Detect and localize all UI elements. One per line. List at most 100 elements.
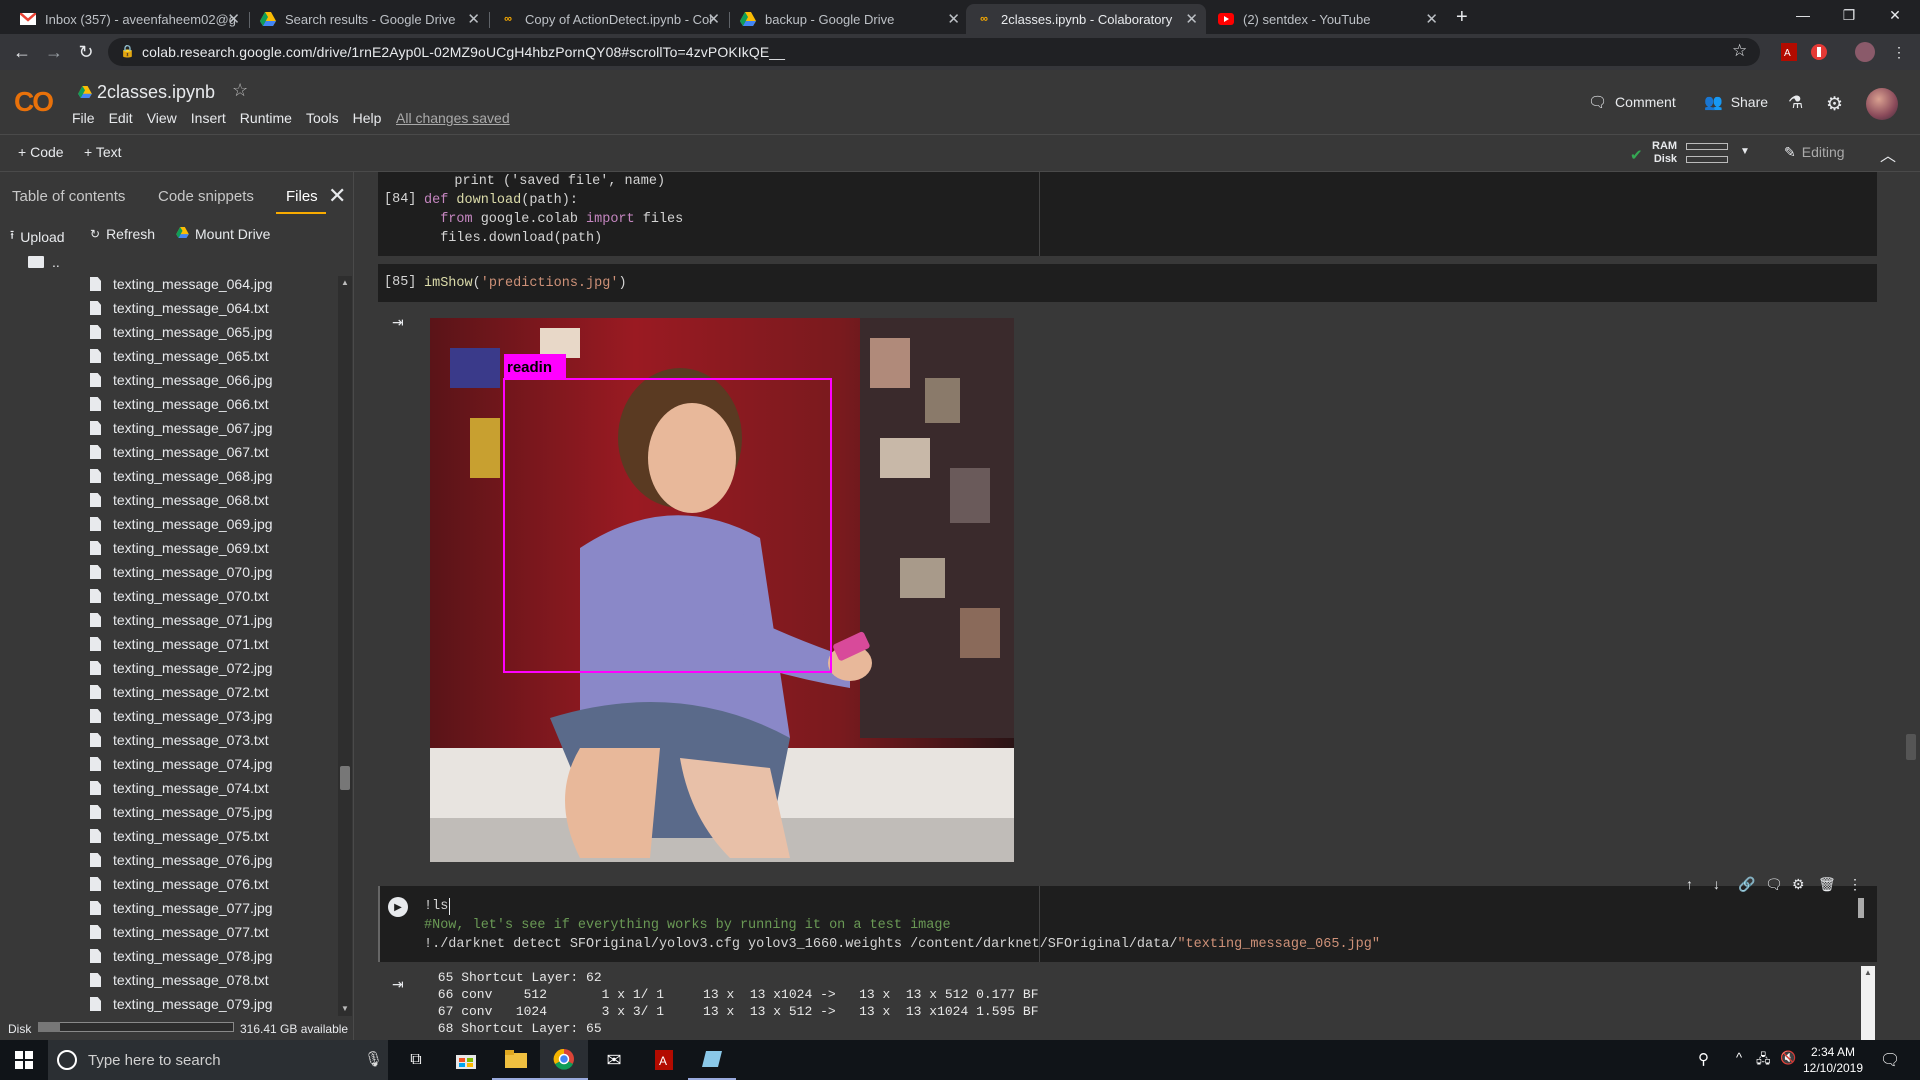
code-cell-active[interactable]: !ls #Now, let's see if everything works … <box>378 886 1877 962</box>
file-item[interactable]: texting_message_073.jpg <box>90 704 273 728</box>
volume-muted-icon[interactable]: 🔇 <box>1780 1050 1796 1066</box>
file-item[interactable]: texting_message_072.jpg <box>90 656 273 680</box>
menu-runtime[interactable]: Runtime <box>240 110 292 126</box>
scroll-up-icon[interactable]: ▲ <box>341 278 349 287</box>
file-item[interactable]: texting_message_071.txt <box>90 632 269 656</box>
browser-menu-icon[interactable]: ⋮ <box>1888 41 1910 63</box>
move-cell-up-icon[interactable]: ↑ <box>1686 876 1693 892</box>
menu-help[interactable]: Help <box>353 110 382 126</box>
file-item[interactable]: texting_message_064.txt <box>90 296 269 320</box>
upload-button[interactable]: ⭱ Upload <box>10 226 65 247</box>
windows-start-icon[interactable] <box>0 1040 48 1080</box>
close-window-icon[interactable]: ✕ <box>1872 0 1918 30</box>
experiment-flask-icon[interactable]: ⚗ <box>1788 93 1803 113</box>
parent-directory[interactable]: .. <box>28 254 60 270</box>
file-item[interactable]: texting_message_065.jpg <box>90 320 273 344</box>
file-item[interactable]: texting_message_070.jpg <box>90 560 273 584</box>
more-options-icon[interactable]: ⋮ <box>1848 876 1862 893</box>
comment-button[interactable]: 🗨 Comment <box>1588 93 1676 111</box>
cell-scroll-thumb[interactable] <box>1858 898 1864 918</box>
link-cell-icon[interactable]: 🔗 <box>1738 876 1755 893</box>
file-item[interactable]: texting_message_078.jpg <box>90 944 273 968</box>
output-scrollbar[interactable]: ▲ <box>1861 966 1875 1040</box>
file-item[interactable]: texting_message_067.jpg <box>90 416 273 440</box>
notifications-icon[interactable]: 🗨 <box>1880 1050 1900 1070</box>
file-item[interactable]: texting_message_071.jpg <box>90 608 273 632</box>
acrobat-icon[interactable]: A <box>640 1040 688 1080</box>
file-item[interactable]: texting_message_073.txt <box>90 728 269 752</box>
close-tab-icon[interactable]: ✕ <box>1185 10 1198 28</box>
resource-monitor[interactable]: RAM Disk <box>1652 140 1677 166</box>
file-item[interactable]: texting_message_068.txt <box>90 488 269 512</box>
address-bar[interactable]: 🔒 colab.research.google.com/drive/1rnE2A… <box>108 38 1760 66</box>
close-panel-icon[interactable]: ✕ <box>328 183 346 209</box>
file-item[interactable]: texting_message_068.jpg <box>90 464 273 488</box>
file-item[interactable]: texting_message_065.txt <box>90 344 269 368</box>
browser-tab[interactable]: (2) sentdex - YouTube ✕ <box>1208 4 1446 34</box>
file-item[interactable]: texting_message_066.txt <box>90 392 269 416</box>
file-item[interactable]: texting_message_077.jpg <box>90 896 273 920</box>
code-cell[interactable]: print ('saved file', name) [84] def down… <box>378 172 1877 256</box>
tab-files[interactable]: Files <box>286 188 318 205</box>
bookmark-star-icon[interactable]: ☆ <box>1732 41 1747 61</box>
minimize-window-icon[interactable]: — <box>1780 0 1826 30</box>
chrome-icon[interactable] <box>540 1040 588 1080</box>
notebook-scrollbar-thumb[interactable] <box>1906 734 1916 760</box>
file-item[interactable]: texting_message_077.txt <box>90 920 269 944</box>
browser-tab[interactable]: ∞ Copy of ActionDetect.ipynb - Col ✕ <box>490 4 728 34</box>
file-item[interactable]: texting_message_064.jpg <box>90 272 273 296</box>
file-list-scrollbar[interactable]: ▲ ▼ <box>338 276 352 1016</box>
system-clock[interactable]: 2:34 AM 12/10/2019 <box>1800 1044 1866 1076</box>
back-icon[interactable]: ← <box>10 40 34 64</box>
delete-cell-icon[interactable]: 🗑 <box>1818 876 1836 893</box>
runtime-dropdown-icon[interactable]: ▼ <box>1740 146 1750 157</box>
close-tab-icon[interactable]: ✕ <box>947 10 960 28</box>
mount-drive-button[interactable]: Mount Drive <box>176 226 270 242</box>
browser-tab-active[interactable]: ∞ 2classes.ipynb - Colaboratory ✕ <box>966 4 1206 34</box>
file-item[interactable]: texting_message_075.txt <box>90 824 269 848</box>
file-item[interactable]: texting_message_078.txt <box>90 968 269 992</box>
code-cell[interactable]: [85] imShow('predictions.jpg') <box>378 264 1877 302</box>
file-item[interactable]: texting_message_079.jpg <box>90 992 273 1016</box>
output-menu-icon[interactable]: ⇥ <box>392 314 404 331</box>
close-tab-icon[interactable]: ✕ <box>1425 10 1438 28</box>
browser-tab[interactable]: backup - Google Drive ✕ <box>730 4 968 34</box>
file-item[interactable]: texting_message_070.txt <box>90 584 269 608</box>
file-item[interactable]: texting_message_075.jpg <box>90 800 273 824</box>
notes-app-icon[interactable] <box>688 1040 736 1080</box>
run-cell-button[interactable]: ▶ <box>388 897 408 917</box>
browser-tab[interactable]: Inbox (357) - aveenfaheem02@g ✕ <box>10 4 248 34</box>
forward-icon[interactable]: → <box>42 40 66 64</box>
settings-gear-icon[interactable]: ⚙ <box>1826 93 1843 116</box>
notebook-title[interactable]: 2classes.ipynb <box>97 82 215 103</box>
file-item[interactable]: texting_message_069.jpg <box>90 512 273 536</box>
add-code-cell-button[interactable]: + Code <box>18 144 64 160</box>
save-status[interactable]: All changes saved <box>396 110 510 126</box>
extension-icon[interactable] <box>1808 41 1830 63</box>
close-tab-icon[interactable]: ✕ <box>227 10 240 28</box>
cell-settings-icon[interactable]: ⚙ <box>1792 876 1805 893</box>
scrollbar-thumb[interactable] <box>340 766 350 790</box>
collapse-header-icon[interactable]: ︿ <box>1880 142 1896 166</box>
star-icon[interactable]: ☆ <box>232 80 248 101</box>
reload-icon[interactable]: ↻ <box>74 40 98 64</box>
task-view-icon[interactable]: ⧉ <box>392 1040 440 1080</box>
scroll-up-icon[interactable]: ▲ <box>1864 968 1872 977</box>
menu-edit[interactable]: Edit <box>109 110 133 126</box>
file-item[interactable]: texting_message_072.txt <box>90 680 269 704</box>
new-tab-button[interactable]: + <box>1456 6 1468 29</box>
comment-cell-icon[interactable]: 🗨 <box>1765 876 1783 893</box>
output-menu-icon[interactable]: ⇥ <box>392 976 404 993</box>
menu-file[interactable]: File <box>72 110 95 126</box>
profile-avatar-icon[interactable] <box>1854 41 1876 63</box>
editing-mode-button[interactable]: ✎ Editing <box>1784 144 1845 161</box>
file-explorer-icon[interactable] <box>492 1040 540 1080</box>
add-text-cell-button[interactable]: + Text <box>84 144 122 160</box>
browser-tab[interactable]: Search results - Google Drive ✕ <box>250 4 488 34</box>
menu-view[interactable]: View <box>147 110 177 126</box>
file-item[interactable]: texting_message_066.jpg <box>90 368 273 392</box>
share-button[interactable]: 👥 Share <box>1704 93 1768 111</box>
move-cell-down-icon[interactable]: ↓ <box>1713 876 1720 892</box>
refresh-button[interactable]: ↻ Refresh <box>90 226 155 242</box>
network-icon[interactable]: 🖧 <box>1756 1050 1771 1072</box>
